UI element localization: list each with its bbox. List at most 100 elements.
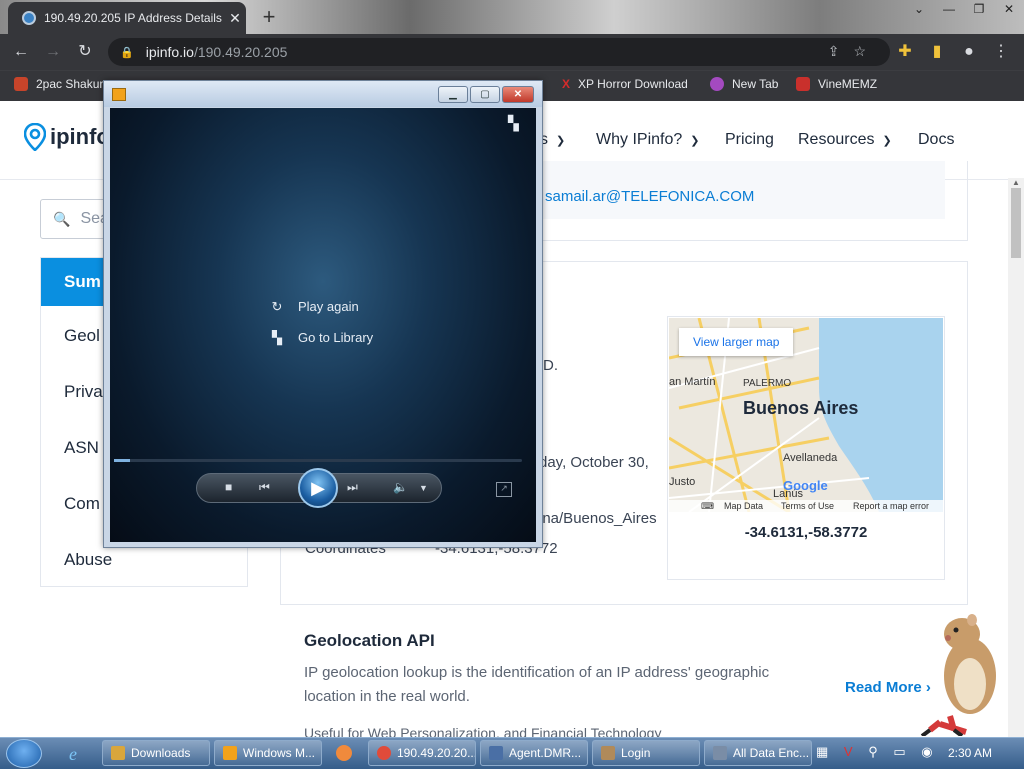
new-tab-button[interactable]: + (256, 4, 282, 30)
windows-taskbar: e Downloads Windows M... 190.49.20.20...… (0, 737, 1024, 769)
bookmark-label: VineMEMZ (818, 77, 878, 91)
taskbar-item-chrome[interactable]: 190.49.20.20... (368, 740, 476, 766)
hamster-mascot (920, 614, 996, 736)
window-icon (489, 746, 503, 760)
tab-close-icon[interactable]: ✕ (224, 10, 246, 27)
wmp-minimize-button[interactable]: ▁ (438, 86, 468, 103)
taskbar-item-downloads[interactable]: Downloads (102, 740, 210, 766)
x-icon: X (562, 77, 571, 91)
switch-to-library-icon[interactable]: ▚ (508, 115, 519, 132)
system-tray[interactable]: ▦ V ⚲ ▭ ◉ (816, 744, 939, 760)
ipinfo-favicon-icon (22, 11, 36, 25)
taskbar-label: 190.49.20.20... (397, 746, 476, 760)
scrollbar-thumb[interactable] (1011, 188, 1021, 258)
nav-why-ipinfo[interactable]: Why IPinfo? ❯ (596, 131, 699, 149)
taskbar-item-agent-dmr[interactable]: Agent.DMR... (480, 740, 588, 766)
library-icon: ▚ (272, 329, 282, 345)
url-host: ipinfo.io (145, 44, 194, 60)
terms-link[interactable]: Terms of Use (781, 501, 834, 511)
map-label: Avellaneda (783, 452, 838, 464)
nav-products[interactable]: s ❯ (540, 131, 565, 149)
map-label: Justo (669, 476, 696, 488)
window-controls: ⌄ — ❐ ✕ (904, 0, 1024, 18)
play-again-option[interactable]: ↻ Play again (270, 299, 359, 314)
browser-tab-active[interactable]: 190.49.20.205 IP Address Details ✕ (8, 2, 246, 34)
replay-icon: ↻ (271, 298, 283, 314)
map-data-link[interactable]: ⌨ Map Data (701, 501, 763, 512)
internet-explorer-icon[interactable]: e (66, 742, 90, 764)
folder-icon (111, 746, 125, 760)
url-path: /190.49.20.205 (193, 44, 288, 60)
nav-label: Resources (798, 131, 875, 148)
geo-timezone-fragment: ina/Buenos_Aires (539, 510, 657, 527)
app-pinned-icon[interactable] (332, 742, 356, 764)
nav-pricing[interactable]: Pricing (725, 131, 774, 149)
menu-label: Go to Library (298, 330, 374, 345)
page-scrollbar[interactable]: ▲ (1008, 178, 1024, 737)
view-larger-map-button[interactable]: View larger map (679, 328, 794, 356)
nav-resources[interactable]: Resources ❯ (798, 131, 892, 149)
v-tray-icon[interactable]: V (844, 744, 859, 759)
bookmark-new-tab[interactable]: New Tab (710, 77, 778, 91)
volume-dropdown-icon[interactable]: ▼ (419, 483, 428, 493)
bookmark-label: XP Horror Download (578, 77, 688, 91)
bookmark-2pac[interactable]: 2pac Shakur (14, 77, 103, 91)
media-player-titlebar[interactable]: ▁ ▢ ✕ (104, 81, 542, 107)
nav-label: Why IPinfo? (596, 131, 683, 148)
address-bar[interactable]: 🔒 ipinfo.io/190.49.20.205 ⇪☆ (108, 38, 890, 66)
extensions-icon[interactable]: ✚ (894, 41, 916, 63)
switch-to-now-playing-icon[interactable]: ↗ (496, 482, 512, 497)
restore-button[interactable]: ❐ (964, 0, 994, 18)
share-icon[interactable]: ⇪☆ (828, 43, 880, 60)
abuse-email-link[interactable]: samail.ar@TELEFONICA.COM (545, 188, 754, 205)
map[interactable]: View larger map Buenos Aires an Martín P… (669, 318, 943, 512)
scroll-up-icon[interactable]: ▲ (1012, 178, 1020, 187)
bookmark-vinememz[interactable]: VineMEMZ (796, 77, 877, 91)
start-button[interactable] (6, 739, 42, 768)
section-description: IP geolocation lookup is the identificat… (304, 664, 770, 705)
previous-icon[interactable]: ⏮ (259, 480, 270, 495)
bookmark-xp-horror[interactable]: X XP Horror Download (562, 77, 688, 91)
go-to-library-option[interactable]: ▚ Go to Library (270, 330, 373, 345)
taskbar-label: All Data Enc... (733, 746, 810, 760)
minimize-button[interactable]: — (934, 0, 964, 18)
keyboard-icon: ⌨ (701, 501, 714, 511)
bookmark-icon (710, 77, 724, 91)
next-icon[interactable]: ⏭ (347, 480, 358, 495)
media-player-icon (223, 746, 237, 760)
taskbar-clock[interactable]: 2:30 AM (948, 746, 992, 760)
wmp-close-button[interactable]: ✕ (502, 86, 534, 103)
nav-docs[interactable]: Docs (918, 131, 954, 149)
play-button[interactable]: ▶ (298, 468, 338, 508)
close-window-button[interactable]: ✕ (994, 0, 1024, 18)
taskbar-item-login[interactable]: Login (592, 740, 700, 766)
tab-title: 190.49.20.205 IP Address Details (44, 11, 222, 25)
chevron-down-icon: ❯ (690, 135, 700, 147)
location-pin-icon (24, 123, 46, 151)
lock-icon: 🔒 (120, 46, 134, 59)
report-map-error-link[interactable]: Report a map error (853, 501, 929, 511)
stop-icon[interactable]: ■ (225, 480, 232, 494)
taskbar-label: Login (621, 746, 651, 760)
taskbar-item-windows-media-player[interactable]: Windows M... (214, 740, 322, 766)
media-player-window[interactable]: ▁ ▢ ✕ ▚ ↻ Play again ▚ Go to Library ■ ⏮… (103, 80, 543, 548)
taskbar-item-all-data[interactable]: All Data Enc... (704, 740, 812, 766)
login-icon (601, 746, 615, 760)
seek-bar[interactable] (114, 459, 522, 462)
media-player-app-icon (112, 88, 126, 101)
back-icon[interactable]: ← (10, 41, 32, 63)
ipinfo-logo[interactable]: ipinfo (24, 123, 110, 151)
sidepanel-icon[interactable]: ▮ (926, 41, 948, 63)
map-label: PALERMO (743, 378, 792, 389)
wmp-maximize-button[interactable]: ▢ (470, 86, 500, 103)
forward-icon[interactable]: → (42, 41, 64, 63)
reload-icon[interactable]: ↻ (74, 41, 96, 63)
chevron-down-icon[interactable]: ⌄ (904, 0, 934, 18)
profile-avatar-icon[interactable]: ● (958, 41, 980, 63)
volume-icon[interactable]: 🔈 (393, 480, 408, 494)
window-icon (713, 746, 727, 760)
menu-kebab-icon[interactable]: ⋮ (990, 41, 1012, 63)
map-label: an Martín (669, 376, 716, 388)
geo-value-fragment: D. (543, 357, 558, 374)
bookmark-icon (796, 77, 810, 91)
